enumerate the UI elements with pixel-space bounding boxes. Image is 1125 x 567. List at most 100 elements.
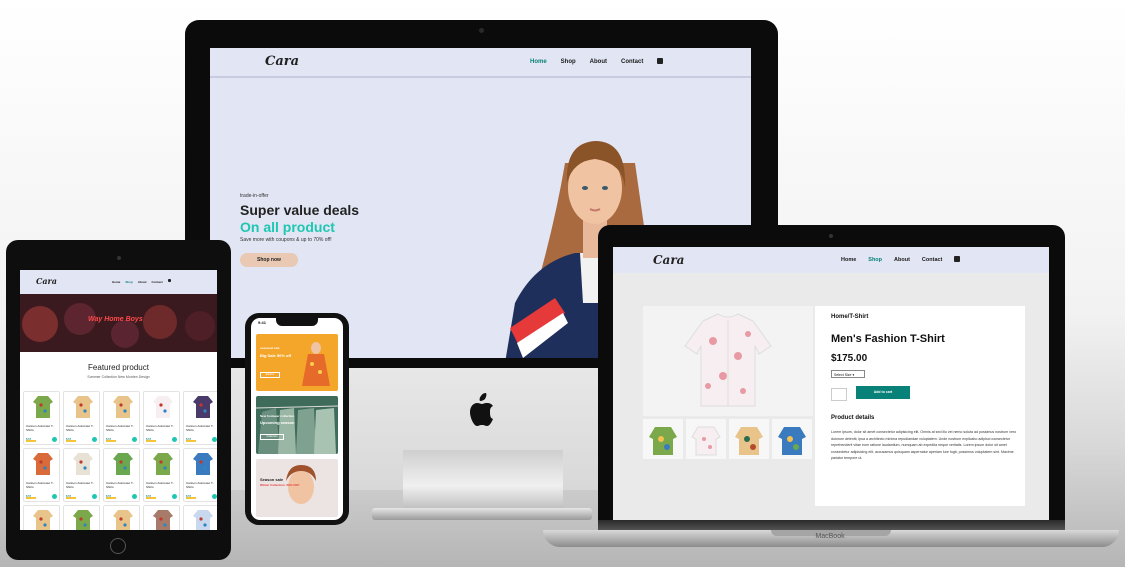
camera-icon: [479, 28, 484, 33]
product-image: [153, 396, 173, 418]
cart-icon[interactable]: [52, 437, 57, 442]
product-details-panel: Home/T-Shirt Men's Fashion T-Shirt $175.…: [815, 306, 1025, 506]
brand-logo[interactable]: Cara: [653, 253, 684, 267]
promo2-title: Upcoming season: [260, 420, 295, 425]
nav-contact[interactable]: Contact: [152, 280, 163, 284]
cart-icon[interactable]: [172, 437, 177, 442]
tablet-nav-links: Home Shop About Contact: [112, 279, 171, 284]
product-name: Cartoon Astronaut T-Shirts: [186, 481, 214, 489]
product-price: $78: [186, 437, 192, 441]
nav-home[interactable]: Home: [112, 280, 120, 284]
product-price: $78: [186, 494, 192, 498]
nav-about[interactable]: About: [590, 59, 607, 65]
promo-banner-2[interactable]: New footwear collection Upcoming season …: [255, 396, 339, 454]
thumbnail-4[interactable]: [772, 419, 812, 459]
promo2-subtitle: New footwear collection: [260, 414, 295, 418]
product-card[interactable]: Cartoon Astronaut T-Shirts$78: [143, 448, 180, 502]
product-card[interactable]: Cartoon Astronaut T-Shirts$78: [23, 391, 60, 445]
thumbnail-1[interactable]: [643, 419, 683, 459]
product-card[interactable]: Cartoon Astronaut T-Shirts$78: [143, 505, 180, 530]
collection-button[interactable]: Collection: [260, 434, 284, 440]
add-to-cart-button[interactable]: Add to cart: [856, 386, 910, 399]
size-select-label: Select Size: [834, 373, 852, 377]
cart-icon[interactable]: [92, 494, 97, 499]
thumbnail-3[interactable]: [729, 419, 769, 459]
product-card[interactable]: Cartoon Astronaut T-Shirts$78: [23, 505, 60, 530]
product-name: Cartoon Astronaut T-Shirts: [146, 424, 174, 432]
chevron-down-icon: ▾: [852, 373, 855, 377]
size-select[interactable]: Select Size ▾: [831, 370, 865, 378]
shop-now-button[interactable]: Shop now: [240, 253, 298, 267]
product-image: [33, 396, 53, 418]
product-card[interactable]: Cartoon Astronaut T-Shirts$78: [103, 391, 140, 445]
product-card[interactable]: Cartoon Astronaut T-Shirts$78: [103, 505, 140, 530]
product-card[interactable]: Cartoon Astronaut T-Shirts $78: [183, 448, 217, 502]
product-price: $78: [66, 437, 72, 441]
cart-icon[interactable]: [92, 437, 97, 442]
tablet-banner: Way Home Boys: [20, 294, 217, 352]
product-image: [113, 396, 133, 418]
product-card[interactable]: Cartoon Astronaut T-Shirts$78: [183, 505, 217, 530]
macbook-screen: Cara Home Shop About Contact Home/T-Shir…: [613, 247, 1049, 520]
main-product-image: [643, 306, 813, 416]
product-image: [113, 510, 133, 530]
imac-foot: [372, 508, 592, 520]
shirt-image: [684, 313, 772, 407]
product-card[interactable]: Cartoon Astronaut T-Shirts$78: [63, 505, 100, 530]
product-grid: Cartoon Astronaut T-Shirts $78 Cartoon Ast…: [20, 391, 217, 530]
product-image: [153, 453, 173, 475]
product-image: [193, 453, 213, 475]
product-price: $78: [26, 494, 32, 498]
banner-illustration: [22, 303, 215, 348]
cart-icon[interactable]: [172, 494, 177, 499]
home-button-icon[interactable]: [110, 538, 126, 554]
imac-nav-links: Home Shop About Contact: [530, 58, 664, 65]
promo-clothes-image: [255, 405, 339, 454]
product-price: $78: [146, 437, 152, 441]
brand-logo[interactable]: Cara: [265, 54, 299, 69]
details-heading: Product details: [831, 415, 875, 421]
product-image: [113, 453, 133, 475]
product-image: [193, 396, 213, 418]
nav-shop[interactable]: Shop: [561, 59, 576, 65]
nav-home[interactable]: Home: [530, 59, 547, 65]
shopping-bag-icon[interactable]: [167, 279, 171, 282]
cart-icon[interactable]: [132, 437, 137, 442]
cart-icon[interactable]: [212, 494, 217, 499]
nav-home[interactable]: Home: [841, 257, 856, 263]
featured-subtitle: Summer Collection New Morden Design: [87, 375, 150, 379]
product-card[interactable]: Cartoon Astronaut T-Shirts$78: [183, 391, 217, 445]
cart-icon[interactable]: [132, 494, 137, 499]
shopping-bag-icon[interactable]: [657, 58, 664, 64]
promo3-title: Season sale: [260, 477, 284, 482]
nav-contact[interactable]: Contact: [922, 257, 942, 263]
promo1-title: Big Sale 50% off: [260, 353, 292, 358]
nav-shop[interactable]: Shop: [868, 257, 882, 263]
macbook-label: MacBook: [815, 533, 845, 540]
promo-portrait-image: [286, 465, 316, 504]
nav-shop[interactable]: Shop: [125, 280, 133, 284]
breadcrumb[interactable]: Home/T-Shirt: [831, 314, 868, 320]
product-page: Home/T-Shirt Men's Fashion T-Shirt $175.…: [613, 273, 1049, 520]
product-price: $78: [106, 437, 112, 441]
promo-banner-3[interactable]: Season sale Winter Collection -50% OFF: [256, 459, 338, 517]
explore-button[interactable]: Explore: [260, 372, 280, 378]
shopping-bag-icon[interactable]: [954, 256, 961, 262]
product-card[interactable]: Cartoon Astronaut T-Shirts$78: [63, 448, 100, 502]
brand-logo[interactable]: Cara: [36, 276, 57, 286]
nav-about[interactable]: About: [138, 280, 147, 284]
product-card[interactable]: Cartoon Astronaut T-Shirts$78: [63, 391, 100, 445]
quantity-input[interactable]: [831, 388, 847, 401]
cart-icon[interactable]: [212, 437, 217, 442]
promo1-subtitle: seasonal sale: [260, 346, 280, 350]
cart-icon[interactable]: [52, 494, 57, 499]
product-name: Cartoon Astronaut T-Shirts: [146, 481, 174, 489]
product-card[interactable]: Cartoon Astronaut T-Shirts $78: [143, 391, 180, 445]
product-card[interactable]: Cartoon Astronaut T-Shirts$78: [103, 448, 140, 502]
product-name: Cartoon Astronaut T-Shirts: [26, 481, 54, 489]
promo-banner-1[interactable]: seasonal sale Big Sale 50% off Explore: [256, 334, 338, 391]
product-card[interactable]: Cartoon Astronaut T-Shirts $78: [23, 448, 60, 502]
nav-contact[interactable]: Contact: [621, 59, 643, 65]
thumbnail-2[interactable]: [686, 419, 726, 459]
nav-about[interactable]: About: [894, 257, 910, 263]
